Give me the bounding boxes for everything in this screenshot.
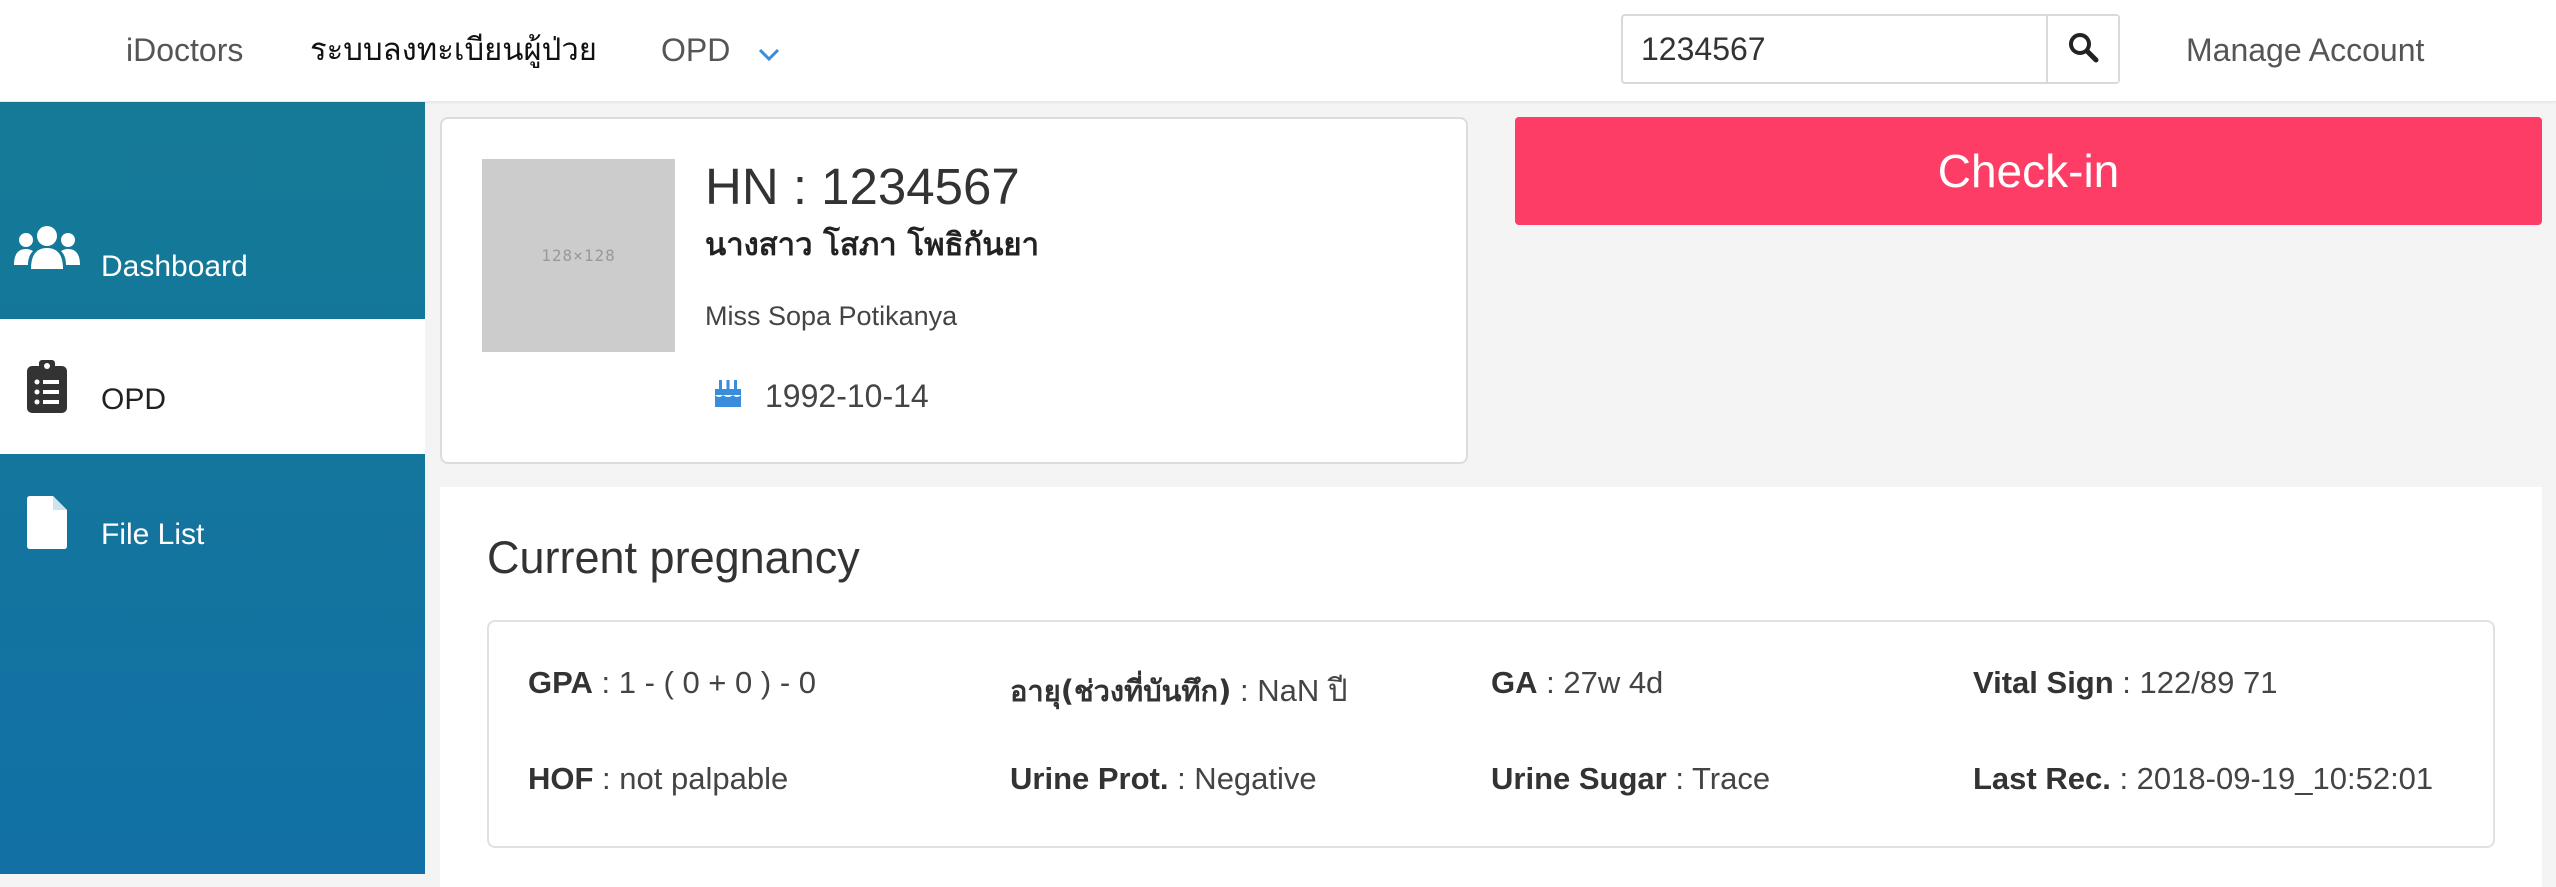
field-value: : Negative <box>1168 761 1317 796</box>
field-urine-sugar: Urine Sugar : Trace <box>1491 761 1770 797</box>
field-urine-protein: Urine Prot. : Negative <box>1010 761 1317 797</box>
field-ga: GA : 27w 4d <box>1491 665 1663 701</box>
field-value: : not palpable <box>593 761 789 796</box>
sidebar-item-label: File List <box>101 518 205 551</box>
patient-name-thai: นางสาว โสภา โพธิกันยา <box>705 227 1040 263</box>
nav-patient-register[interactable]: ระบบลงทะเบียนผู้ป่วย <box>310 0 597 101</box>
field-key: อายุ(ช่วงที่บันทึก) <box>1010 674 1232 708</box>
sidebar-item-label: OPD <box>101 383 167 416</box>
patient-hn: HN : 1234567 <box>705 158 1020 215</box>
sidebar-item-file-list[interactable]: File List <box>0 455 425 590</box>
field-key: GA <box>1491 665 1538 700</box>
birthday-cake-icon <box>713 377 765 415</box>
sidebar-item-dashboard[interactable]: Dashboard <box>0 185 425 320</box>
check-in-button[interactable]: Check-in <box>1515 117 2542 225</box>
search-box <box>1621 14 2120 84</box>
field-last-record: Last Rec. : 2018-09-19_10:52:01 <box>1973 761 2433 797</box>
field-value: : 122/89 71 <box>2113 665 2278 700</box>
patient-card: 128×128 HN : 1234567 นางสาว โสภา โพธิกัน… <box>440 117 1468 464</box>
file-icon <box>27 496 67 554</box>
field-age: อายุ(ช่วงที่บันทึก) : NaN ปี <box>1010 665 1348 715</box>
field-key: Urine Prot. <box>1010 761 1169 796</box>
nav-opd-label: OPD <box>661 32 731 68</box>
field-value: : Trace <box>1666 761 1771 796</box>
current-pregnancy-panel: Current pregnancy GPA : 1 - ( 0 + 0 ) - … <box>440 487 2542 887</box>
manage-account-link[interactable]: Manage Account <box>2186 0 2424 101</box>
field-key: Urine Sugar <box>1491 761 1667 796</box>
search-input[interactable] <box>1623 16 2050 82</box>
birthdate-value: 1992-10-14 <box>765 377 929 414</box>
field-hof: HOF : not palpable <box>528 761 788 797</box>
field-value: : 27w 4d <box>1537 665 1664 700</box>
pregnancy-summary-box: GPA : 1 - ( 0 + 0 ) - 0 อายุ(ช่วงที่บันท… <box>487 620 2495 848</box>
users-icon <box>14 225 80 278</box>
brand-link[interactable]: iDoctors <box>126 0 243 101</box>
field-key: HOF <box>528 761 594 796</box>
nav-opd-dropdown[interactable]: OPD <box>661 0 781 101</box>
field-value: : 2018-09-19_10:52:01 <box>2110 761 2434 796</box>
chevron-down-icon <box>757 2 781 103</box>
search-icon <box>2067 31 2099 68</box>
clipboard-icon <box>27 360 67 418</box>
field-vital-sign: Vital Sign : 122/89 71 <box>1973 665 2277 701</box>
field-gpa: GPA : 1 - ( 0 + 0 ) - 0 <box>528 665 816 701</box>
sidebar: Dashboard OPD File List <box>0 101 425 874</box>
field-key: GPA <box>528 665 593 700</box>
patient-birthdate: 1992-10-14 <box>713 377 929 415</box>
field-value: : 1 - ( 0 + 0 ) - 0 <box>592 665 817 700</box>
search-button[interactable] <box>2046 16 2118 82</box>
sidebar-item-label: Dashboard <box>101 250 248 283</box>
pregnancy-title: Current pregnancy <box>487 532 860 583</box>
field-key: Last Rec. <box>1973 761 2111 796</box>
patient-name-english: Miss Sopa Potikanya <box>705 301 958 331</box>
sidebar-item-opd[interactable]: OPD <box>0 319 425 454</box>
top-navbar: iDoctors ระบบลงทะเบียนผู้ป่วย OPD Manage… <box>0 0 2556 102</box>
photo-placeholder-text: 128×128 <box>541 246 616 265</box>
field-key: Vital Sign <box>1973 665 2114 700</box>
patient-photo: 128×128 <box>482 159 675 352</box>
field-value: : NaN ปี <box>1231 673 1348 708</box>
